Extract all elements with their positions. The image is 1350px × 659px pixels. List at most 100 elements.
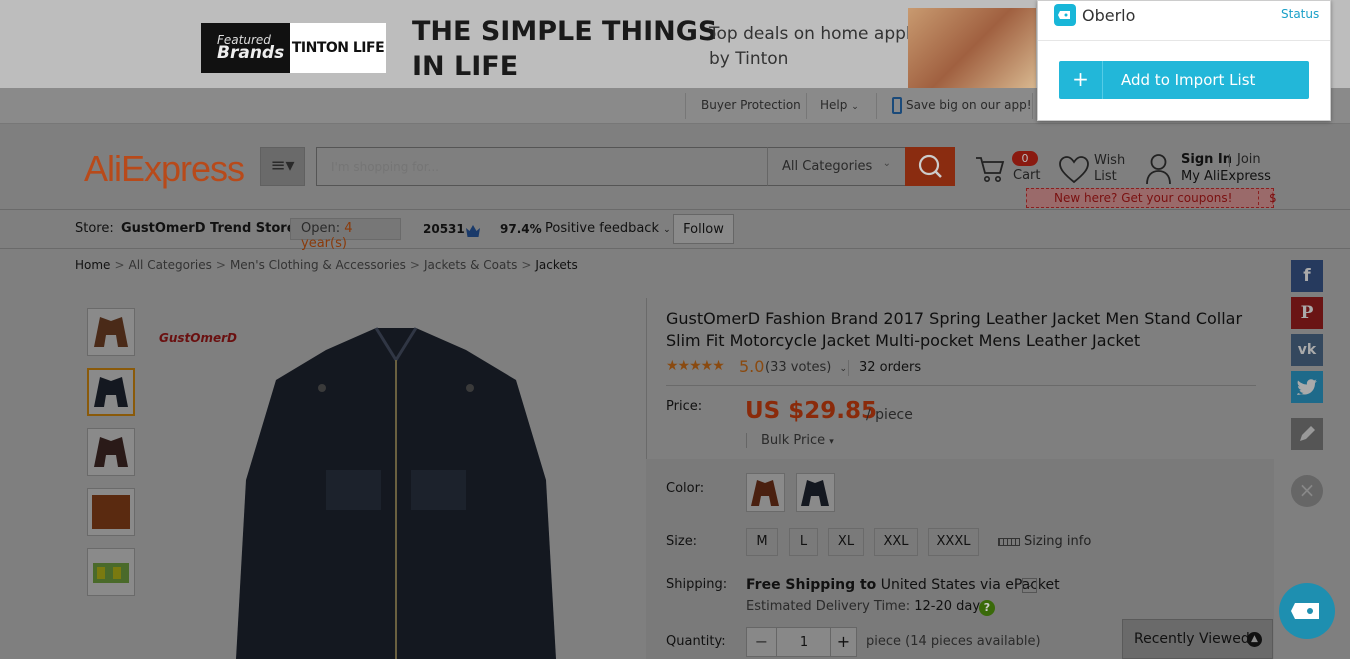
increase-button[interactable]: + (830, 628, 856, 656)
recently-viewed-label: Recently Viewed (1134, 631, 1250, 647)
price-unit: / piece (866, 407, 913, 423)
product-thumbnail[interactable] (87, 308, 135, 356)
oberlo-title: Oberlo (1082, 6, 1136, 25)
ruler-icon (998, 537, 1020, 546)
aliexpress-logo[interactable]: AliExpress (84, 148, 245, 190)
chevron-down-icon: ⌄ (851, 102, 859, 112)
plus-icon: + (1059, 61, 1103, 99)
help-menu[interactable]: Help ⌄ (820, 98, 859, 112)
product-thumbnail[interactable] (87, 428, 135, 476)
twitter-icon[interactable] (1291, 371, 1323, 403)
price-value: US $29.85 (745, 398, 878, 424)
breadcrumb-jackets-coats[interactable]: Jackets & Coats (424, 258, 517, 272)
join-link[interactable]: Join (1237, 152, 1261, 167)
edit-icon[interactable] (1291, 418, 1323, 450)
divider (806, 93, 807, 119)
open-label: Open: (301, 221, 341, 236)
est-label: Estimated Delivery Time: (746, 599, 911, 614)
sizing-info-text: Sizing info (1024, 534, 1092, 549)
availability-text: piece (14 pieces available) (866, 634, 1041, 649)
quantity-input[interactable] (778, 628, 830, 656)
divider (848, 360, 849, 376)
follow-button[interactable]: Follow (673, 214, 734, 244)
category-menu-button[interactable]: ≡▾ (260, 147, 305, 186)
coupon-tag-icon (1291, 603, 1319, 619)
buyer-protection-link[interactable]: Buyer Protection (701, 98, 801, 112)
banner-headline: THE SIMPLE THINGS IN LIFE (412, 14, 717, 84)
close-icon[interactable]: × (1291, 475, 1323, 507)
product-title: GustOmerD Fashion Brand 2017 Spring Leat… (666, 309, 1243, 350)
chevron-up-icon: ▲ (1247, 632, 1262, 647)
breadcrumb-all-categories[interactable]: All Categories (129, 258, 212, 272)
bulk-price-dropdown[interactable]: Bulk Price ▾ (746, 433, 834, 448)
search-button[interactable] (905, 147, 955, 186)
category-select[interactable]: All Categories ⌄ (767, 147, 906, 186)
my-aliexpress-link[interactable]: My AliExpress (1181, 169, 1271, 184)
divider (685, 93, 686, 119)
orders-count: 32 orders (859, 360, 922, 375)
size-option-xl[interactable]: XL (828, 528, 864, 556)
heart-icon[interactable] (1059, 156, 1089, 184)
positive-feedback-dropdown[interactable]: Positive feedback ⌄ (545, 221, 671, 236)
chevron-down-icon: ⌄ (839, 364, 848, 374)
decrease-button[interactable]: − (747, 628, 777, 656)
cart-count-badge: 0 (1012, 151, 1038, 166)
product-thumbnail[interactable] (87, 488, 135, 536)
headline-line-1: THE SIMPLE THINGS (412, 16, 718, 47)
add-to-import-list-button[interactable]: + Add to Import List (1059, 61, 1309, 99)
user-icon[interactable] (1146, 153, 1171, 185)
votes-dropdown[interactable]: (33 votes) ⌄ (765, 360, 847, 375)
app-link[interactable]: Save big on our app! (906, 98, 1032, 112)
cart-label[interactable]: Cart (1013, 168, 1041, 183)
caret-down-icon: ▾ (829, 437, 834, 447)
store-label: Store: (75, 221, 114, 236)
chevron-down-icon: ⌄ (882, 158, 891, 169)
quantity-label: Quantity: (666, 634, 726, 649)
votes-count: (33 votes) (765, 360, 832, 375)
est-value: 12-20 days (914, 599, 987, 614)
banner-product-image (908, 8, 1036, 88)
coupon-text: New here? Get your coupons! (1054, 191, 1233, 205)
breadcrumb-mens-clothing[interactable]: Men's Clothing & Accessories (230, 258, 406, 272)
headline-line-2: IN LIFE (412, 51, 519, 82)
coupon-banner[interactable]: New here? Get your coupons! $ (1026, 188, 1277, 208)
breadcrumb: Home > All Categories > Men's Clothing & Acc… (75, 258, 578, 272)
shipping-label: Shipping: (666, 577, 728, 592)
main-product-image[interactable] (226, 320, 566, 659)
chat-button[interactable] (1279, 583, 1335, 639)
color-label: Color: (666, 481, 705, 496)
rating-value: 5.0 (739, 357, 765, 376)
size-option-m[interactable]: M (746, 528, 778, 556)
crown-icon (465, 223, 481, 237)
help-icon[interactable]: ? (979, 600, 995, 616)
oberlo-status-link[interactable]: Status (1281, 7, 1319, 21)
store-name-link[interactable]: GustOmerD Trend Store (121, 221, 296, 236)
pinterest-icon[interactable]: P (1291, 297, 1323, 329)
sign-in-link[interactable]: Sign In (1181, 152, 1232, 167)
facebook-icon[interactable]: f (1291, 260, 1323, 292)
chevron-down-icon: ⌄ (663, 225, 671, 235)
price-label: Price: (666, 399, 703, 414)
breadcrumb-home[interactable]: Home (75, 258, 110, 272)
color-swatch-brown[interactable] (746, 473, 785, 512)
positive-feedback-label: Positive feedback (545, 221, 659, 236)
size-option-xxl[interactable]: XXL (874, 528, 918, 556)
size-option-xxxl[interactable]: XXXL (928, 528, 979, 556)
delivery-estimate: Estimated Delivery Time: 12-20 days (746, 599, 987, 614)
store-open-badge: Open: 4 year(s) (290, 218, 401, 251)
color-swatch-black[interactable] (796, 473, 835, 512)
shipping-dropdown-icon[interactable]: ⌄ (1022, 578, 1037, 593)
divider (1229, 154, 1230, 167)
cart-icon[interactable] (975, 154, 1005, 184)
search-input[interactable] (316, 147, 768, 186)
oberlo-logo-icon (1054, 4, 1076, 26)
wish-list-link[interactable]: Wish List (1094, 153, 1134, 185)
vk-icon[interactable]: vk (1291, 334, 1323, 366)
product-thumbnail-selected[interactable] (87, 368, 135, 416)
dollar-icon: $ (1258, 191, 1277, 205)
sizing-info-link[interactable]: Sizing info (998, 534, 1091, 549)
size-option-l[interactable]: L (789, 528, 818, 556)
breadcrumb-jackets[interactable]: Jackets (535, 258, 577, 272)
size-chart-thumbnail[interactable] (87, 548, 135, 596)
store-score[interactable]: 20531 (423, 222, 465, 236)
